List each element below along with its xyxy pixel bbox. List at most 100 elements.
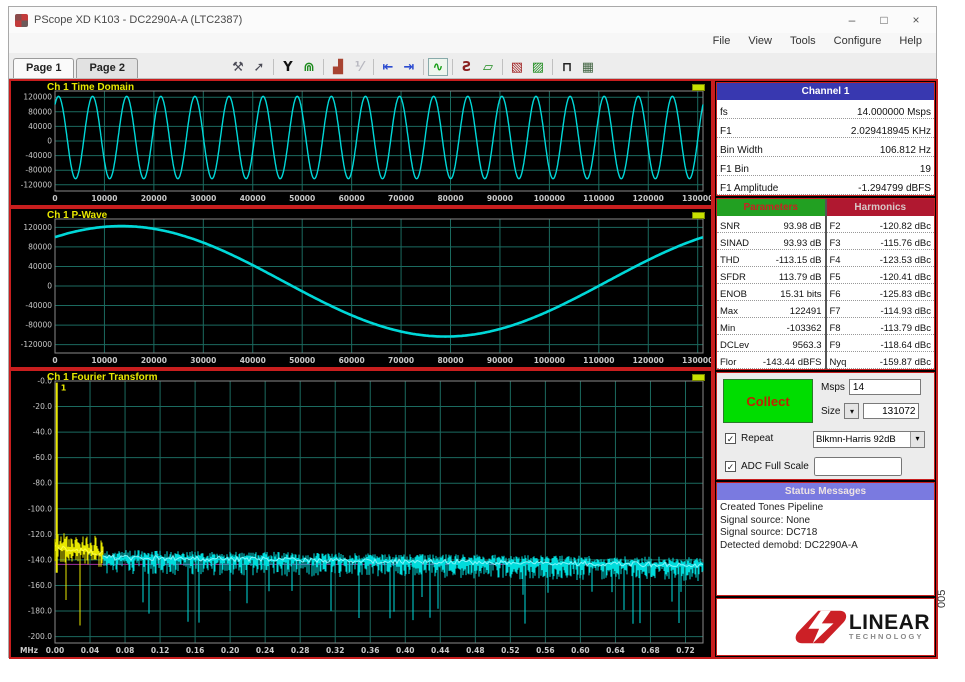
svg-text:0.20: 0.20 <box>221 646 240 655</box>
collect-controls: Collect Msps Size ▾ ✓ Repeat <box>716 372 935 480</box>
svg-text:-100.0: -100.0 <box>28 504 52 513</box>
y-axis-icon[interactable]: Y <box>278 58 298 76</box>
adc-full-scale-label: ADC Full Scale <box>741 461 809 472</box>
chevron-down-icon: ▾ <box>910 432 924 447</box>
size-input[interactable] <box>863 403 920 419</box>
svg-text:1: 1 <box>61 384 67 393</box>
svg-text:80000: 80000 <box>28 107 52 116</box>
toolbar-separator <box>372 59 374 75</box>
channel-header: Channel 1 <box>717 83 934 100</box>
status-message: Created Tones Pipeline <box>720 502 824 513</box>
screenshot-icon[interactable]: ▦ <box>578 58 598 76</box>
svg-text:0: 0 <box>52 194 57 203</box>
collect-button[interactable]: Collect <box>723 379 813 423</box>
integral-icon[interactable]: Ƨ <box>457 58 477 76</box>
svg-text:0: 0 <box>47 137 52 146</box>
plots-column: 120000 80000 40000 0 -40000 -80000 -120000 0 100… <box>9 79 713 659</box>
svg-text:120000: 120000 <box>23 93 52 102</box>
svg-text:80000: 80000 <box>437 194 463 203</box>
expand-time-icon[interactable]: ⇥ <box>399 58 419 76</box>
size-dropdown-button[interactable]: ▾ <box>844 403 860 419</box>
parameter-rows: SNR 93.98 dB SINAD 93.93 dB THD -113.15 dB SFD… <box>717 216 825 369</box>
svg-text:-120000: -120000 <box>21 180 53 189</box>
window-title: PScope XD K103 - DC2290A-A (LTC2387) <box>34 14 243 26</box>
table-row: SINAD 93.93 dB <box>717 233 825 250</box>
svg-text:100000: 100000 <box>534 356 565 365</box>
svg-text:20000: 20000 <box>141 194 167 203</box>
msps-input[interactable] <box>848 379 921 395</box>
table-row: fs 14.000000 Msps <box>717 100 934 119</box>
svg-text:60000: 60000 <box>339 356 365 365</box>
svg-text:100000: 100000 <box>534 194 565 203</box>
window-combo[interactable]: Blkmn-Harris 92dB ▾ <box>813 431 925 448</box>
figure-number: 005 <box>936 589 948 608</box>
adc-full-scale-input[interactable] <box>813 457 902 476</box>
minimize-button[interactable]: – <box>838 10 866 30</box>
fourier-transform-plot[interactable]: 1 -0.0 -20.0 -40.0 -60.0 -80.0 -100.0 -120.0 -14… <box>9 369 713 659</box>
figure: PScope XD K103 - DC2290A-A (LTC2387) – □… <box>0 0 965 682</box>
tab-bar: Page 1 Page 2 ⚒ ➚ Y ⋒ ▟ ⅟ ⇤ ⇥ ∿ Ƨ ▱ ▧ ▨ ⊓ ▦ <box>9 53 936 79</box>
probe-tools-icon[interactable]: ⚒ <box>228 58 248 76</box>
table-row: F7 -114.93 dBc <box>826 301 934 318</box>
repeat-checkbox[interactable]: ✓ <box>725 433 736 444</box>
brand-name: LINEAR <box>848 611 930 634</box>
table-row: SFDR 113.79 dB <box>717 267 825 284</box>
toolbar-separator <box>501 59 503 75</box>
menu-item-view[interactable]: View <box>748 35 772 53</box>
status-lines: Created Tones Pipeline Signal source: Non… <box>717 500 934 554</box>
menu-item-help[interactable]: Help <box>899 35 922 53</box>
menu-item-file[interactable]: File <box>713 35 731 53</box>
phase-icon[interactable]: ⅟ <box>349 58 369 76</box>
svg-text:-180.0: -180.0 <box>28 607 52 616</box>
square-wave-icon[interactable]: ⊓ <box>557 58 577 76</box>
table-row: SNR 93.98 dB <box>717 216 825 233</box>
svg-text:40000: 40000 <box>28 122 52 131</box>
menu-item-tools[interactable]: Tools <box>790 35 816 53</box>
table-row: F8 -113.79 dBc <box>826 318 934 335</box>
channel-indicator[interactable] <box>692 212 705 219</box>
window-shape-icon[interactable]: ▱ <box>478 58 498 76</box>
time-domain-plot[interactable]: 120000 80000 40000 0 -40000 -80000 -120000 0 100… <box>9 79 713 207</box>
channel-info-box: Channel 1 fs 14.000000 Msps F1 2.029418945 … <box>716 82 935 196</box>
svg-text:40000: 40000 <box>240 194 266 203</box>
tab-page-1[interactable]: Page 1 <box>13 58 75 78</box>
svg-text:0.28: 0.28 <box>291 646 310 655</box>
channel-indicator[interactable] <box>692 84 705 91</box>
app-icon <box>15 13 28 27</box>
fourier-transform-chart: 1-0.0-20.0-40.0-60.0-80.0-100.0-120.0-14… <box>20 377 704 655</box>
pan-cursor-icon[interactable]: ➚ <box>249 58 269 76</box>
menu-item-configure[interactable]: Configure <box>834 35 882 53</box>
maximize-button[interactable]: □ <box>870 10 898 30</box>
svg-text:30000: 30000 <box>190 356 216 365</box>
close-button[interactable]: × <box>902 10 930 30</box>
svg-text:0.12: 0.12 <box>151 646 170 655</box>
svg-text:120000: 120000 <box>633 194 664 203</box>
table-row: F3 -115.76 dBc <box>826 233 934 250</box>
export-report-icon[interactable]: ▧ <box>507 58 527 76</box>
tab-page-2[interactable]: Page 2 <box>76 58 138 78</box>
svg-text:40000: 40000 <box>28 262 52 271</box>
export-data-icon[interactable]: ▨ <box>528 58 548 76</box>
svg-text:10000: 10000 <box>91 356 117 365</box>
toolbar-separator <box>422 59 424 75</box>
svg-text:-80000: -80000 <box>25 166 52 175</box>
svg-text:40000: 40000 <box>240 356 266 365</box>
table-row: F2 -120.82 dBc <box>826 216 934 233</box>
p-wave-chart: 120000 80000 40000 0 -40000 -80000 -120000 0 100… <box>21 218 713 365</box>
collapse-time-icon[interactable]: ⇤ <box>378 58 398 76</box>
size-label: Size <box>821 405 841 417</box>
toolbar-separator <box>322 59 324 75</box>
histogram-icon[interactable]: ▟ <box>328 58 348 76</box>
filter-wave-icon[interactable]: ∿ <box>427 58 448 76</box>
svg-text:0.00: 0.00 <box>46 646 65 655</box>
svg-text:0.48: 0.48 <box>466 646 485 655</box>
svg-text:0.24: 0.24 <box>256 646 275 655</box>
p-wave-plot[interactable]: 120000 80000 40000 0 -40000 -80000 -120000 0 100… <box>9 207 713 369</box>
dual-peaks-icon[interactable]: ⋒ <box>299 58 319 76</box>
svg-text:-40.0: -40.0 <box>33 428 53 437</box>
adc-full-scale-checkbox[interactable]: ✓ <box>725 461 736 472</box>
channel-indicator[interactable] <box>692 374 705 381</box>
table-row: F6 -125.83 dBc <box>826 284 934 301</box>
svg-text:80000: 80000 <box>28 242 52 251</box>
svg-text:70000: 70000 <box>388 356 414 365</box>
